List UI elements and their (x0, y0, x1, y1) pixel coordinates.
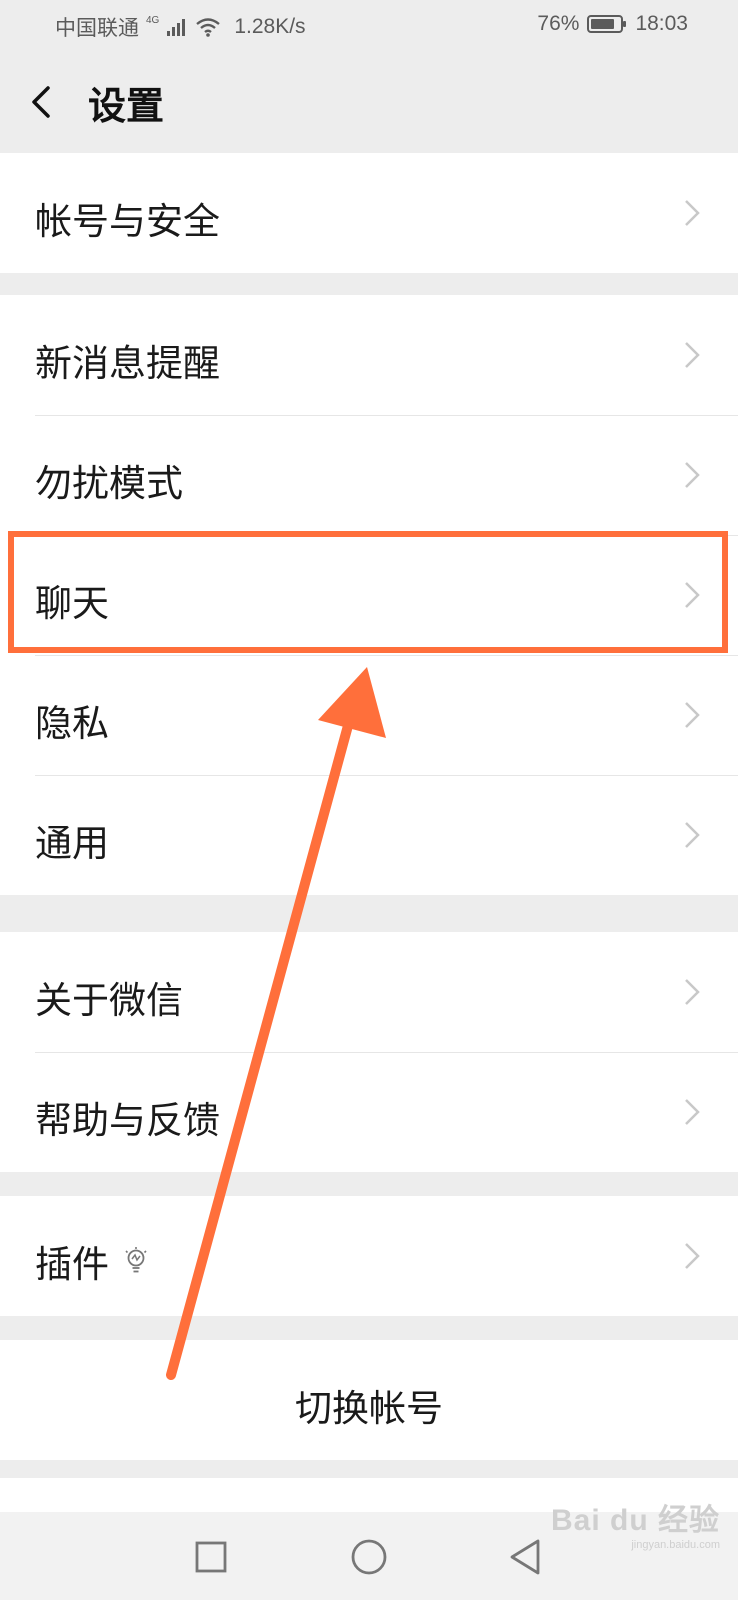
carrier-name: 中国联通 (55, 17, 139, 40)
circle-nav-icon[interactable] (349, 1537, 389, 1577)
setting-chat[interactable]: 聊天 (0, 535, 738, 655)
chevron-right-icon (685, 582, 700, 608)
switch-account-group: 切换帐号 (0, 1340, 738, 1460)
chevron-right-icon (685, 979, 700, 1005)
setting-privacy[interactable]: 隐私 (0, 655, 738, 775)
chevron-right-icon (685, 1099, 700, 1125)
chevron-right-icon (685, 822, 700, 848)
clock-time: 18:03 (635, 12, 688, 35)
setting-label: 通用 (35, 822, 109, 865)
page-title: 设置 (88, 84, 165, 128)
setting-label: 新消息提醒 (35, 342, 220, 385)
settings-group-main: 新消息提醒 勿扰模式 聊天 隐私 通用 (0, 295, 738, 895)
baidu-watermark: Bai du 经验 jingyan.baidu.com (551, 1495, 720, 1551)
switch-account-button[interactable]: 切换帐号 (0, 1340, 738, 1460)
status-bar: 中国联通 4G 1.28K/s 76% 18:03 (0, 0, 738, 52)
chevron-right-icon (685, 1243, 700, 1269)
setting-label: 帐号与安全 (35, 200, 220, 243)
chevron-right-icon (685, 342, 700, 368)
battery-icon (587, 15, 627, 33)
setting-about-wechat[interactable]: 关于微信 (0, 932, 738, 1052)
lightbulb-icon (125, 1247, 147, 1273)
setting-plugins[interactable]: 插件 (0, 1196, 738, 1316)
chevron-right-icon (685, 462, 700, 488)
setting-label: 勿扰模式 (35, 462, 183, 505)
switch-account-label: 切换帐号 (295, 1387, 443, 1430)
chevron-right-icon (685, 702, 700, 728)
watermark-brand: Bai du 经验 (550, 1504, 720, 1537)
setting-general[interactable]: 通用 (0, 775, 738, 895)
back-button[interactable] (24, 74, 64, 130)
setting-label-with-icon: 插件 (35, 1234, 149, 1288)
battery-percent: 76% (537, 12, 580, 35)
setting-label: 帮助与反馈 (35, 1099, 220, 1142)
setting-label: 关于微信 (35, 979, 183, 1022)
watermark-url: jingyan.baidu.com (631, 1539, 720, 1551)
settings-group-account: 帐号与安全 (0, 153, 738, 273)
network-type: 4G (146, 14, 160, 26)
triangle-back-nav-icon[interactable] (506, 1537, 546, 1577)
title-bar: 设置 (0, 52, 738, 152)
square-nav-icon[interactable] (191, 1537, 231, 1577)
chevron-right-icon (685, 200, 700, 226)
setting-label: 插件 (35, 1243, 109, 1286)
status-left: 中国联通 4G 1.28K/s (55, 12, 306, 42)
setting-do-not-disturb[interactable]: 勿扰模式 (0, 415, 738, 535)
setting-label: 聊天 (35, 582, 109, 625)
settings-group-plugins: 插件 (0, 1196, 738, 1316)
setting-account-security[interactable]: 帐号与安全 (0, 153, 738, 273)
setting-label: 隐私 (35, 702, 109, 745)
back-icon (32, 86, 50, 118)
settings-group-about: 关于微信 帮助与反馈 (0, 932, 738, 1172)
setting-new-message-alerts[interactable]: 新消息提醒 (0, 295, 738, 415)
network-speed: 1.28K/s (234, 15, 306, 38)
signal-icon (167, 19, 186, 36)
setting-help-feedback[interactable]: 帮助与反馈 (0, 1052, 738, 1172)
status-right: 76% 18:03 (537, 12, 688, 36)
wifi-icon (196, 18, 221, 37)
